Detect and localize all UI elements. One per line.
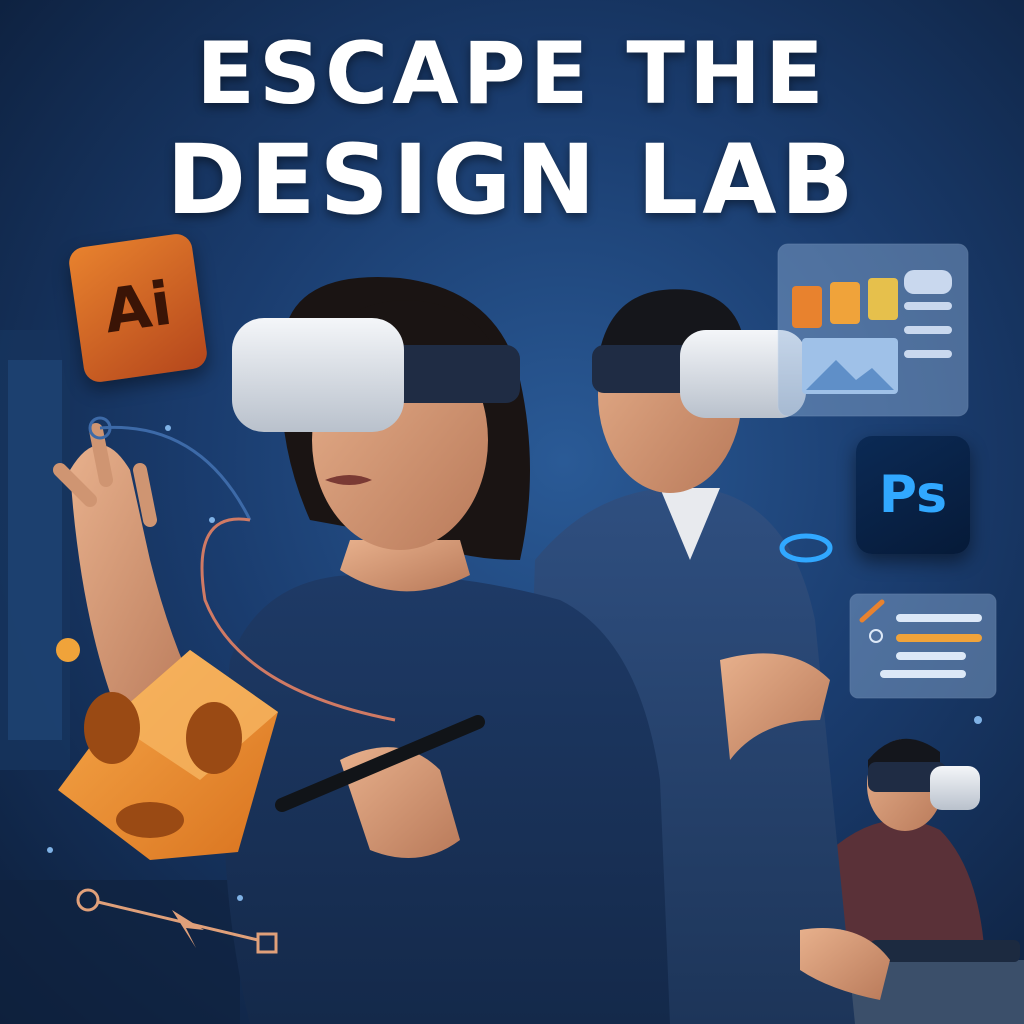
vr-headset-icon	[930, 766, 980, 810]
ring-icon	[779, 533, 833, 563]
photoshop-icon: Ps	[856, 436, 970, 554]
headline-line-1: ESCAPE THE	[196, 24, 828, 124]
keyboard	[870, 940, 1020, 962]
illustrator-icon: Ai	[67, 232, 209, 384]
poster-scene: ESCAPE THE DESIGN LAB Ai Ps	[0, 0, 1024, 1024]
color-dot	[56, 638, 80, 662]
settings-panel	[849, 593, 997, 699]
vr-headset-icon	[232, 318, 404, 432]
color-palette-panel	[777, 243, 969, 417]
headline-line-2: DESIGN LAB	[166, 124, 858, 236]
